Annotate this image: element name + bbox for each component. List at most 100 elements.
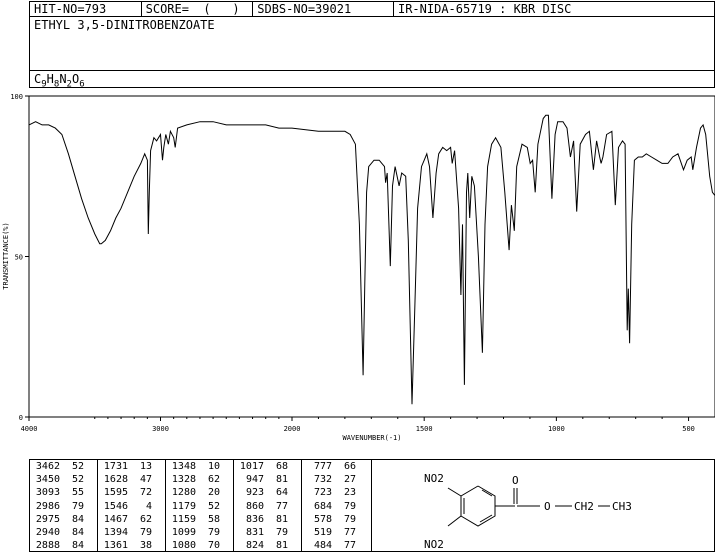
peak-column: 1348 10 1328 62 1280 20 1179 52 1159 58 1099 79 1080… [166,460,234,551]
peak-transmittance: 70 [207,540,220,552]
peak-transmittance: 72 [139,487,152,499]
peak-wavenumber: 1017 [239,461,264,472]
peak-transmittance: 52 [207,500,220,512]
compound-box: ETHYL 3,5-DINITROBENZOATE [29,16,715,71]
peak-row: 1628 47 [98,474,165,486]
peak-row: 831 79 [234,527,301,539]
ir-spectrum-chart: 0 50 100 4000 3000 2000 1500 1000 500 TRANSMITT… [2,93,715,442]
peak-row: 1280 20 [166,487,233,499]
peak-row: 3450 52 [30,474,97,486]
peak-wavenumber: 578 [313,513,332,525]
peak-row: 824 81 [234,540,301,552]
peak-wavenumber: 831 [245,526,264,538]
peak-transmittance: 62 [207,474,220,486]
peak-row: 3093 55 [30,487,97,499]
peak-wavenumber: 2888 [35,540,60,552]
peak-transmittance: 38 [139,540,152,552]
peak-transmittance: 62 [139,513,152,525]
structure-box: NO2 NO2 O O CH2 CH3 [372,459,715,552]
peak-row: 1017 68 [234,461,301,473]
peak-row: 484 77 [302,540,371,552]
molecular-formula: C9H8N2O6 [34,72,85,90]
peak-transmittance: 79 [139,526,152,538]
peak-transmittance: 64 [275,487,288,499]
peak-transmittance: 20 [207,487,220,499]
peak-row: 947 81 [234,474,301,486]
peak-wavenumber: 519 [313,526,332,538]
peak-transmittance: 77 [343,526,356,538]
y-axis-ticks: 0 50 100 [10,93,29,422]
peak-row: 1361 38 [98,540,165,552]
peak-transmittance: 68 [275,461,288,472]
peak-wavenumber: 3450 [35,474,60,486]
molecule-structure: NO2 NO2 O O CH2 CH3 [424,472,632,551]
peak-row: 2888 84 [30,540,97,552]
y-axis-label: TRANSMITTANCE(%) [2,222,10,289]
peak-column: 1017 68 947 81 923 64 860 77 836 81 831 79 824 81 [234,460,302,551]
x-tick-label: 4000 [21,425,38,433]
peak-row: 684 79 [302,501,371,513]
peak-row: 1731 13 [98,461,165,473]
peak-row: 860 77 [234,501,301,513]
peak-wavenumber: 732 [313,474,332,486]
peak-transmittance: 58 [207,513,220,525]
peak-wavenumber: 923 [245,487,264,499]
peak-transmittance: 79 [343,513,356,525]
peak-transmittance: 77 [275,500,288,512]
peak-wavenumber: 1348 [171,461,196,472]
ch2-label: CH2 [574,500,594,513]
peak-row: 836 81 [234,514,301,526]
peak-row: 1467 62 [98,514,165,526]
x-tick-label: 1500 [416,425,433,433]
peak-wavenumber: 1546 [103,500,128,512]
peak-transmittance: 66 [343,461,356,472]
formula-box: C9H8N2O6 [29,70,715,90]
peak-row: 578 79 [302,514,371,526]
peak-wavenumber: 2986 [35,500,60,512]
peak-transmittance: 77 [343,540,356,552]
peak-transmittance: 79 [343,500,356,512]
peak-column: 3462 52 3450 52 3093 55 2986 79 2975 84 2940 84 2888… [30,460,98,551]
peak-wavenumber: 3462 [35,461,60,472]
no2-top-label: NO2 [424,472,444,485]
peak-wavenumber: 723 [313,487,332,499]
x-tick-label: 500 [682,425,695,433]
peak-transmittance: 79 [207,526,220,538]
peak-transmittance: 79 [71,500,84,512]
peak-wavenumber: 1080 [171,540,196,552]
peak-wavenumber: 1159 [171,513,196,525]
score: SCORE= ( ) [142,2,254,16]
ester-oxygen-label: O [544,500,551,513]
peak-transmittance: 84 [71,513,84,525]
peak-wavenumber: 1628 [103,474,128,486]
ch3-label: CH3 [612,500,632,513]
peak-wavenumber: 484 [313,540,332,552]
peak-row: 1348 10 [166,461,233,473]
y-tick-label: 100 [10,93,23,101]
peak-row: 732 27 [302,474,371,486]
x-tick-label: 1000 [548,425,565,433]
peak-wavenumber: 860 [245,500,264,512]
peak-wavenumber: 2975 [35,513,60,525]
peak-row: 1080 70 [166,540,233,552]
peak-transmittance: 47 [139,474,152,486]
peak-transmittance: 81 [275,513,288,525]
peak-transmittance: 84 [71,540,84,552]
peak-transmittance: 84 [71,526,84,538]
compound-name: ETHYL 3,5-DINITROBENZOATE [34,18,215,32]
peak-wavenumber: 836 [245,513,264,525]
peak-table: 3462 52 3450 52 3093 55 2986 79 2975 84 2940 84 2888… [29,459,372,552]
peak-transmittance: 27 [343,474,356,486]
peak-wavenumber: 947 [245,474,264,486]
header-bar: HIT-NO=793 SCORE= ( ) SDBS-NO=39021 IR-N… [29,1,715,17]
peak-row: 2940 84 [30,527,97,539]
peak-transmittance: 81 [275,540,288,552]
peak-wavenumber: 1361 [103,540,128,552]
peak-row: 723 23 [302,487,371,499]
peak-column: 1731 13 1628 47 1595 72 1546 4 1467 62 1394 79 1361 3… [98,460,166,551]
peak-wavenumber: 824 [245,540,264,552]
peak-transmittance: 52 [71,474,84,486]
peak-transmittance: 13 [139,461,152,472]
x-tick-label: 3000 [152,425,169,433]
peak-row: 3462 52 [30,461,97,473]
